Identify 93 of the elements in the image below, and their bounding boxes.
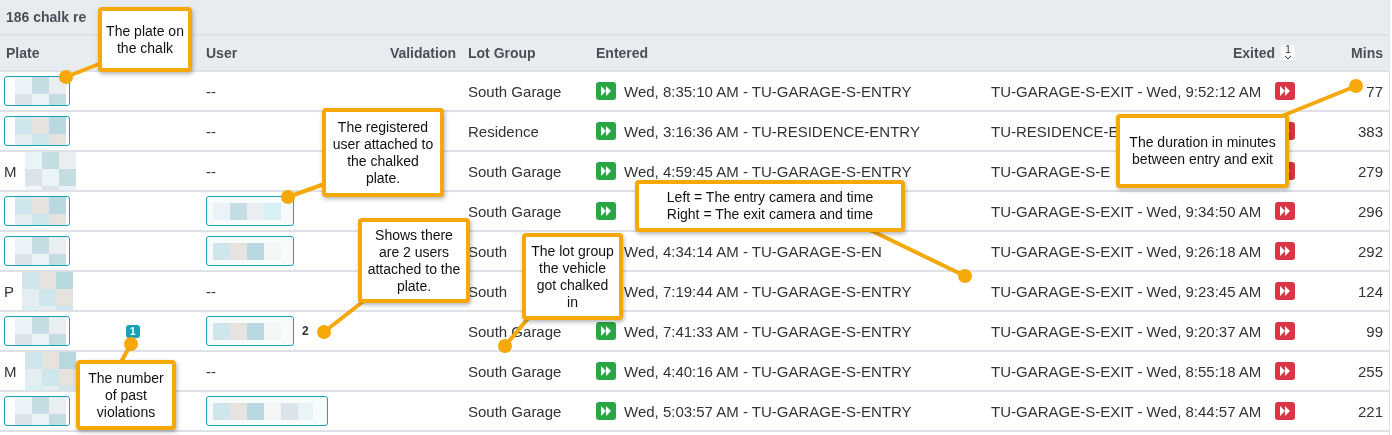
exit-time: TU-GARAGE-S-EXIT - Wed, 9:34:50 AM — [991, 202, 1262, 220]
blurred-area — [15, 317, 66, 345]
plate-text: M — [4, 162, 17, 180]
fast-forward-icon — [596, 202, 616, 220]
user-button[interactable] — [206, 196, 294, 226]
callout-note: The plate on the chalk — [98, 7, 192, 72]
fast-forward-icon — [596, 82, 616, 100]
minutes: 77 — [1366, 82, 1383, 100]
blurred-area — [213, 242, 281, 260]
user-empty: -- — [206, 82, 216, 100]
entry-time: Wed, 3:16:36 AM - TU-RESIDENCE-ENTRY — [624, 122, 920, 140]
blurred-area — [213, 322, 281, 340]
exit-time: TU-GARAGE-S-EXIT - Wed, 9:26:18 AM — [991, 242, 1262, 260]
blurred-area — [15, 397, 66, 425]
lot-group: Residence — [468, 122, 539, 140]
fast-forward-icon — [1275, 82, 1295, 100]
column-header[interactable]: Lot Group — [468, 45, 536, 61]
entry-time: Wed, 4:34:14 AM - TU-GARAGE-S-EN — [624, 242, 882, 260]
exit-time: TU-GARAGE-S-EXIT - Wed, 9:23:45 AM — [991, 282, 1262, 300]
blurred-area — [15, 77, 66, 105]
fast-forward-icon — [596, 162, 616, 180]
plate-text: M — [4, 362, 17, 380]
column-header[interactable]: User — [206, 45, 238, 61]
exit-time: TU-GARAGE-S-EXIT - Wed, 8:55:18 AM — [991, 362, 1262, 380]
minutes: 279 — [1357, 162, 1383, 180]
user-count: 2 — [302, 324, 309, 338]
plate-button[interactable] — [4, 116, 70, 146]
blurred-area — [15, 117, 66, 145]
column-header[interactable]: Mins — [1351, 45, 1383, 61]
entry-time: Wed, 4:40:16 AM - TU-GARAGE-S-ENTRY — [624, 362, 912, 380]
results-count: 186 chalk re — [6, 9, 87, 25]
entry-time: Wed, 7:41:33 AM - TU-GARAGE-S-ENTRY — [624, 322, 912, 340]
fast-forward-icon — [1275, 282, 1295, 300]
callout-note: The number of past violations — [76, 360, 176, 430]
callout-note: Left = The entry camera and time Right = The exit camera and time — [635, 180, 905, 232]
minutes: 99 — [1366, 322, 1383, 340]
lot-group: South Garage — [468, 402, 562, 420]
plate-button[interactable] — [4, 76, 70, 106]
sort-indicator[interactable]: 1 — [1281, 45, 1295, 61]
minutes: 292 — [1357, 242, 1383, 260]
fast-forward-icon — [1275, 242, 1295, 260]
lot-group: South — [468, 242, 508, 260]
blurred-area — [15, 197, 66, 225]
lot-group: South Garage — [468, 82, 562, 100]
exit-time: TU-RESIDENCE-E — [991, 122, 1119, 140]
minutes: 221 — [1357, 402, 1383, 420]
plate-button[interactable] — [4, 236, 70, 266]
fast-forward-icon — [1275, 202, 1295, 220]
fast-forward-icon — [596, 362, 616, 380]
callout-note: Shows there are 2 users attached to the plate. — [358, 218, 470, 303]
minutes: 383 — [1357, 122, 1383, 140]
blurred-area — [15, 237, 66, 265]
entry-time: Wed, 5:03:57 AM - TU-GARAGE-S-ENTRY — [624, 402, 912, 420]
minutes: 296 — [1357, 202, 1383, 220]
entry-time: Wed, 4:59:45 AM - TU-GARAGE-S-ENTRY — [624, 162, 912, 180]
user-button[interactable] — [206, 316, 294, 346]
fast-forward-icon — [1275, 402, 1295, 420]
entry-time: Wed, 7:19:44 AM - TU-GARAGE-S-ENTRY — [624, 282, 912, 300]
plate-text: P — [4, 282, 14, 300]
column-header[interactable]: Validation — [389, 45, 456, 61]
user-empty: -- — [206, 162, 216, 180]
user-empty: -- — [206, 362, 216, 380]
lot-group: South Garage — [468, 362, 562, 380]
fast-forward-icon — [596, 122, 616, 140]
plate-button[interactable] — [4, 316, 70, 346]
fast-forward-icon — [596, 322, 616, 340]
exit-time: TU-GARAGE-S-EXIT - Wed, 9:20:37 AM — [991, 322, 1262, 340]
user-empty: -- — [206, 282, 216, 300]
lot-group: South — [468, 282, 508, 300]
entry-time: Wed, 8:35:10 AM - TU-GARAGE-S-ENTRY — [624, 82, 912, 100]
user-button[interactable] — [206, 396, 328, 426]
fast-forward-icon — [1275, 362, 1295, 380]
plate-button[interactable] — [4, 396, 70, 426]
callout-note: The registered user attached to the chalked plate. — [322, 108, 444, 197]
callout-note: The lot group the vehicle got chalked in — [522, 233, 623, 320]
fast-forward-icon — [596, 402, 616, 420]
minutes: 255 — [1357, 362, 1383, 380]
fast-forward-icon — [1275, 322, 1295, 340]
lot-group: South Garage — [468, 202, 562, 220]
violation-count: 1 — [126, 324, 140, 338]
exit-time: TU-GARAGE-S-EXIT - Wed, 8:44:57 AM — [991, 402, 1262, 420]
column-header[interactable]: Exited — [1233, 45, 1275, 61]
callout-note: The duration in minutes between entry and exit — [1116, 114, 1289, 188]
plate-button[interactable] — [4, 196, 70, 226]
column-header[interactable]: Plate — [6, 45, 40, 61]
user-empty: -- — [206, 122, 216, 140]
blurred-area — [213, 202, 281, 220]
column-header[interactable]: Entered — [596, 45, 649, 61]
exit-time: TU-GARAGE-S-EXIT - Wed, 9:52:12 AM — [991, 82, 1262, 100]
lot-group: South Garage — [468, 162, 562, 180]
minutes: 124 — [1357, 282, 1383, 300]
user-button[interactable] — [206, 236, 294, 266]
exit-time: TU-GARAGE-S-E — [991, 162, 1111, 180]
